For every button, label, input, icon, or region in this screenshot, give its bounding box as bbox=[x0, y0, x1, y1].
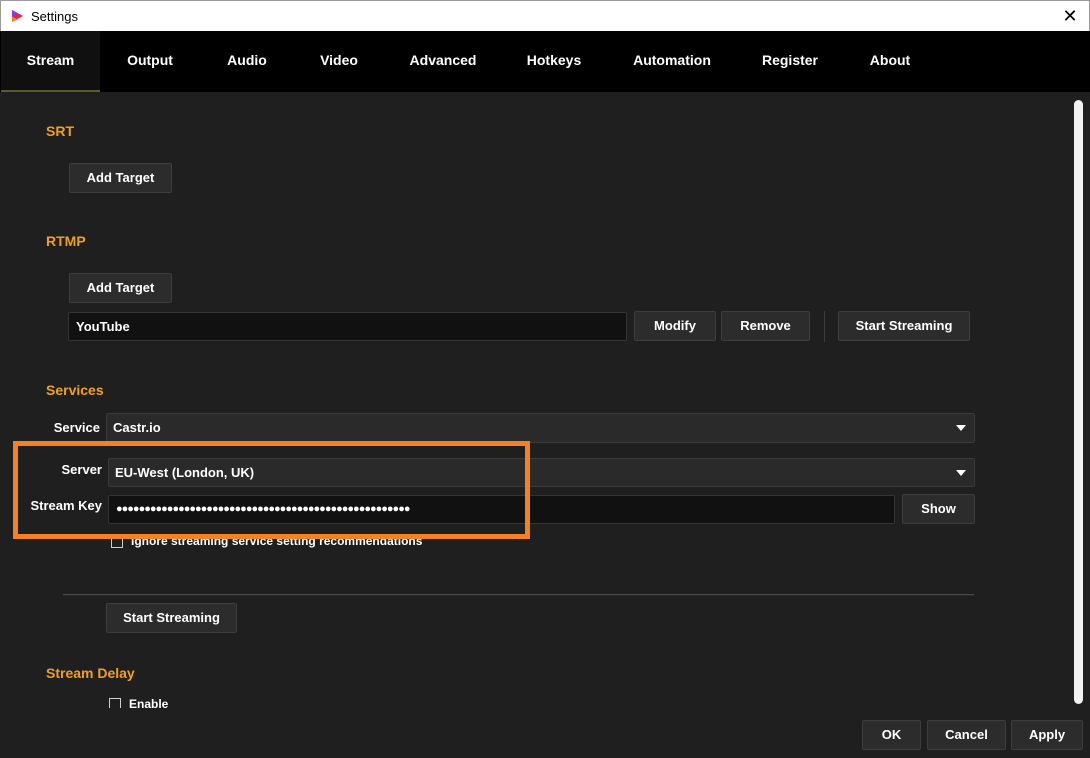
scrollbar-thumb[interactable] bbox=[1074, 100, 1083, 704]
remove-button[interactable]: Remove bbox=[721, 311, 810, 341]
cancel-button[interactable]: Cancel bbox=[927, 720, 1006, 750]
rtmp-start-streaming-button[interactable]: Start Streaming bbox=[838, 311, 970, 341]
app-logo-icon bbox=[12, 10, 23, 22]
tab-register[interactable]: Register bbox=[750, 31, 830, 92]
tab-automation[interactable]: Automation bbox=[624, 31, 720, 92]
stream-delay-section-title: Stream Delay bbox=[46, 665, 135, 681]
services-separator bbox=[63, 594, 974, 596]
title-bar: Settings ✕ bbox=[0, 0, 1090, 31]
service-label: Service bbox=[53, 420, 100, 435]
server-dropdown[interactable]: EU-West (London, UK) bbox=[108, 458, 975, 487]
apply-button[interactable]: Apply bbox=[1011, 720, 1083, 750]
tab-about[interactable]: About bbox=[858, 31, 922, 92]
tab-bar: Stream Output Audio Video Advanced Hotke… bbox=[0, 31, 1090, 92]
services-start-streaming-button[interactable]: Start Streaming bbox=[106, 603, 237, 633]
ignore-recommendations-label: Ignore streaming service setting recomme… bbox=[131, 534, 423, 548]
tab-hotkeys[interactable]: Hotkeys bbox=[514, 31, 594, 92]
srt-add-target-button[interactable]: Add Target bbox=[69, 163, 172, 193]
stream-key-label: Stream Key bbox=[30, 498, 102, 513]
chevron-down-icon bbox=[956, 469, 966, 476]
settings-content: SRT Add Target RTMP Add Target YouTube M… bbox=[2, 92, 1087, 708]
srt-section-title: SRT bbox=[46, 123, 74, 139]
show-key-button[interactable]: Show bbox=[902, 494, 975, 524]
rtmp-add-target-button[interactable]: Add Target bbox=[69, 273, 172, 303]
service-dropdown[interactable]: Castr.io bbox=[106, 413, 975, 443]
tab-advanced[interactable]: Advanced bbox=[400, 31, 486, 92]
stream-delay-enable-label: Enable bbox=[129, 697, 169, 708]
server-label: Server bbox=[61, 462, 102, 477]
stream-key-input[interactable]: ●●●●●●●●●●●●●●●●●●●●●●●●●●●●●●●●●●●●●●●●… bbox=[108, 495, 895, 524]
service-value: Castr.io bbox=[113, 420, 161, 435]
rtmp-target-item[interactable]: YouTube bbox=[68, 312, 627, 341]
tab-video[interactable]: Video bbox=[305, 31, 373, 92]
close-icon[interactable]: ✕ bbox=[1059, 5, 1081, 27]
rtmp-separator bbox=[824, 311, 825, 342]
ok-button[interactable]: OK bbox=[862, 720, 921, 750]
tab-stream[interactable]: Stream bbox=[1, 31, 100, 92]
rtmp-section-title: RTMP bbox=[46, 233, 86, 249]
tab-audio[interactable]: Audio bbox=[212, 31, 282, 92]
tab-output[interactable]: Output bbox=[110, 31, 190, 92]
server-value: EU-West (London, UK) bbox=[115, 465, 255, 480]
modify-button[interactable]: Modify bbox=[634, 311, 716, 341]
stream-delay-enable-checkbox[interactable] bbox=[109, 698, 121, 708]
chevron-down-icon bbox=[956, 425, 966, 431]
vertical-scrollbar[interactable] bbox=[1074, 100, 1083, 704]
ignore-recommendations-checkbox[interactable] bbox=[111, 536, 123, 548]
services-section-title: Services bbox=[46, 382, 104, 398]
window-title: Settings bbox=[31, 9, 78, 24]
